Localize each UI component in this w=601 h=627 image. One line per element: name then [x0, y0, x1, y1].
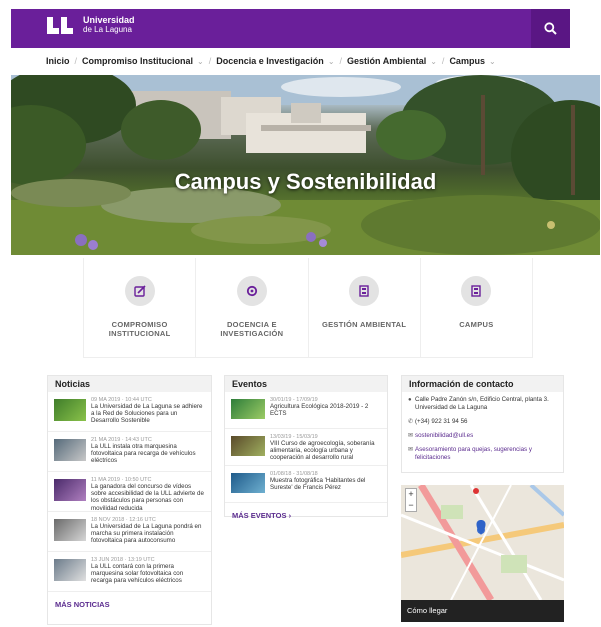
directions-link[interactable]: Cómo llegar [401, 600, 564, 622]
nav-item-gestion[interactable]: Gestión Ambiental ⌄ [347, 56, 437, 66]
chevron-down-icon: ⌄ [430, 56, 437, 66]
tile-label: GESTIÓN AMBIENTAL [321, 320, 407, 329]
event-thumbnail [231, 436, 265, 456]
event-thumbnail [231, 399, 265, 419]
event-text: VIII Curso de agroecología, soberanía al… [270, 440, 375, 462]
nav-item-docencia[interactable]: Docencia e Investigación ⌄ [216, 56, 334, 66]
more-events-label: MÁS EVENTOS [232, 511, 287, 520]
event-text: Agricultura Ecológica 2018-2019 - 2 ECTS [270, 403, 369, 418]
events-panel: Eventos 30/01/19 - 17/09/19 Agricultura E… [224, 375, 388, 520]
tile-label: DOCENCIA E INVESTIGACIÓN [220, 320, 284, 338]
list-item[interactable]: 21 MA 2019 · 14:43 UTC La ULL instala otr… [48, 432, 211, 472]
nav-label: Compromiso Institucional [82, 56, 194, 66]
more-news-link[interactable]: MÁS NOTICIAS [48, 592, 211, 617]
list-item[interactable]: 09 MA 2019 · 10:44 UTC La Universidad de … [48, 392, 211, 432]
category-tiles: COMPROMISO INSTITUCIONAL DOCENCIA E INVE… [83, 258, 533, 358]
contact-title: Información de contacto [402, 376, 563, 392]
news-text: La ganadora del concurso de vídeos sobre… [91, 483, 204, 512]
tile-label: CAMPUS [459, 320, 494, 329]
email-icon: ✉ [408, 433, 414, 439]
contact-panel: Información de contacto ● Calle Padre Zan… [401, 375, 564, 473]
map-image [401, 485, 564, 600]
list-item[interactable]: 11 MA 2019 · 10:50 UTC La ganadora del co… [48, 472, 211, 512]
search-button[interactable] [531, 9, 570, 48]
list-item[interactable]: 18 NOV 2018 · 12:16 UTC La Universidad de… [48, 512, 211, 552]
contact-suggestions[interactable]: Asesoramiento para quejas, sugerencias y… [415, 446, 557, 462]
main-nav: Inicio / Compromiso Institucional ⌄ / Doc… [46, 54, 496, 68]
hero-title: Campus y Sostenibilidad [174, 169, 437, 194]
chevron-right-icon: › [288, 511, 292, 520]
phone-icon: ✆ [408, 419, 414, 425]
tile-gestion[interactable]: GESTIÓN AMBIENTAL [308, 258, 421, 358]
top-header: Universidad de La Laguna [11, 9, 570, 48]
nav-separator: / [441, 56, 445, 66]
edit-icon [133, 285, 146, 297]
email-icon: ✉ [408, 447, 414, 453]
nav-item-compromiso[interactable]: Compromiso Institucional ⌄ [82, 56, 204, 66]
chevron-down-icon: ⌄ [488, 56, 496, 66]
logo-line-1: Universidad [83, 15, 135, 25]
campus-photo [11, 75, 600, 255]
tile-campus[interactable]: CAMPUS [420, 258, 533, 358]
building-icon [471, 285, 482, 297]
news-text: La Universidad de La Laguna se adhiere a… [91, 403, 203, 425]
tile-label: COMPROMISO INSTITUCIONAL [108, 320, 171, 338]
nav-label: Gestión Ambiental [347, 56, 427, 66]
list-item[interactable]: 13 JUN 2018 · 13:19 UTC La ULL contará co… [48, 552, 211, 592]
news-text: La Universidad de La Laguna pondrá en ma… [91, 523, 202, 545]
nav-separator: / [339, 56, 343, 66]
news-thumbnail [54, 559, 86, 581]
news-thumbnail [54, 399, 86, 421]
building-icon [359, 285, 369, 297]
nav-separator: / [208, 56, 212, 66]
list-item[interactable]: 13/03/19 - 15/03/19 VIII Curso de agroeco… [225, 429, 387, 466]
list-item[interactable]: 01/08/18 - 31/08/18 Muestra fotográfica '… [225, 466, 387, 503]
hero-banner: Campus y Sostenibilidad [11, 75, 600, 255]
contact-address: Calle Padre Zanón s/n, Edificio Central,… [415, 396, 549, 411]
tile-compromiso[interactable]: COMPROMISO INSTITUCIONAL [83, 258, 197, 358]
news-panel: Noticias 09 MA 2019 · 10:44 UTC La Univer… [47, 375, 212, 625]
location-map[interactable]: + − [401, 485, 564, 600]
news-title: Noticias [48, 376, 211, 392]
tile-docencia[interactable]: DOCENCIA E INVESTIGACIÓN [196, 258, 309, 358]
contact-email[interactable]: sostenibilidad@ull.es [415, 432, 473, 440]
event-thumbnail [231, 473, 265, 493]
more-events-link[interactable]: MÁS EVENTOS › [225, 503, 387, 528]
map-zoom-control[interactable]: + − [405, 488, 417, 512]
news-text: La ULL contará con la primera marquesina… [91, 563, 184, 585]
chevron-down-icon: ⌄ [197, 56, 204, 66]
nav-label: Docencia e Investigación [216, 56, 324, 66]
news-text: La ULL instala otra marquesina fotovolta… [91, 443, 196, 465]
events-title: Eventos [225, 376, 387, 392]
event-text: Muestra fotográfica 'Habitantes del Sure… [270, 477, 366, 492]
news-thumbnail [54, 519, 86, 541]
news-thumbnail [54, 479, 86, 501]
search-icon [544, 22, 557, 35]
ull-logo-icon [47, 15, 75, 35]
nav-item-inicio[interactable]: Inicio [46, 56, 70, 66]
nav-item-campus[interactable]: Campus ⌄ [449, 56, 495, 66]
university-logo[interactable]: Universidad de La Laguna [47, 15, 135, 35]
contact-phone: (+34) 922 31 94 56 [415, 418, 468, 425]
list-item[interactable]: 30/01/19 - 17/09/19 Agricultura Ecológica… [225, 392, 387, 429]
logo-line-2: de La Laguna [83, 25, 132, 34]
nav-label: Inicio [46, 56, 70, 66]
nav-separator: / [74, 56, 78, 66]
nav-label: Campus [449, 56, 485, 66]
settings-icon [246, 285, 257, 297]
chevron-down-icon: ⌄ [327, 56, 335, 66]
news-thumbnail [54, 439, 86, 461]
location-icon: ● [408, 397, 412, 403]
